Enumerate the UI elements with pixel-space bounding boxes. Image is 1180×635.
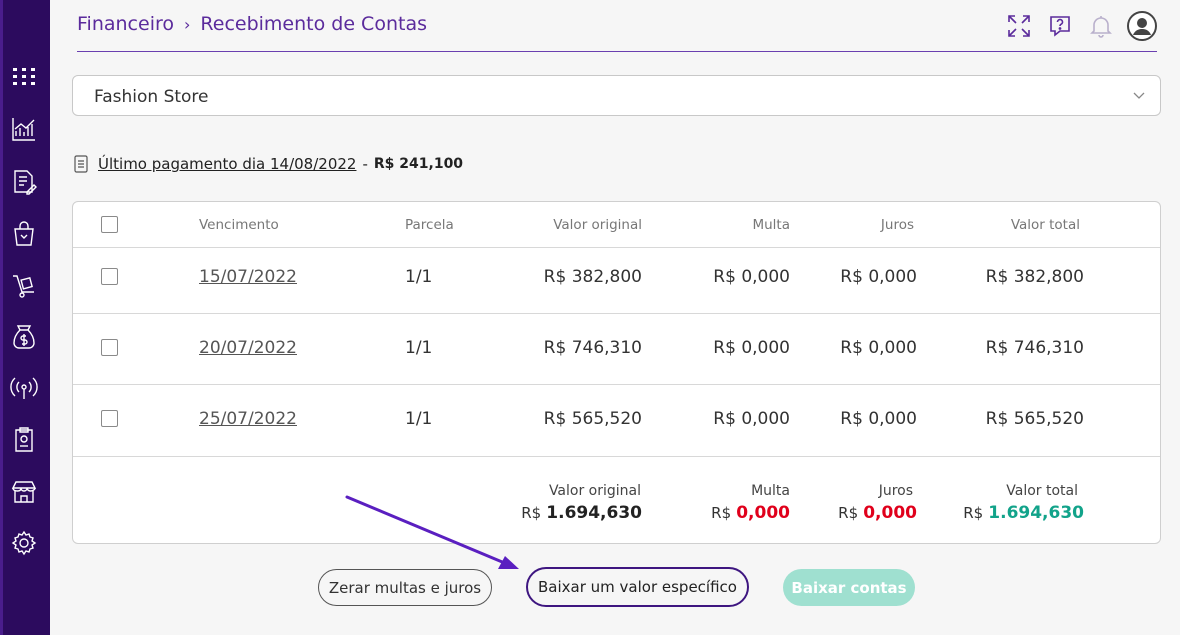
row-installment: 1/1	[405, 338, 433, 358]
row-installment: 1/1	[405, 267, 433, 287]
row-interest: R$ 0,000	[840, 338, 917, 358]
total-sum-currency: R$	[963, 504, 984, 522]
last-payment-amount: R$ 241,100	[373, 156, 464, 172]
col-valor-original[interactable]: Valor original	[553, 217, 642, 233]
app-window: Financeiro › Recebimento de Contas Fashi…	[0, 0, 1180, 635]
row-installment: 1/1	[405, 409, 433, 429]
total-original-amount: 1.694,630	[546, 503, 642, 523]
col-multa[interactable]: Multa	[752, 217, 790, 233]
report-icon[interactable]	[9, 425, 39, 455]
sidebar	[0, 0, 50, 635]
last-payment-info: Último pagamento dia 14/08/2022 - R$ 241…	[74, 155, 463, 173]
settle-bills-button[interactable]: Baixar contas	[783, 569, 915, 606]
row-fine: R$ 0,000	[713, 409, 790, 429]
row-due-date[interactable]: 15/07/2022	[199, 267, 297, 287]
row-total: R$ 382,800	[985, 267, 1084, 287]
pay-specific-value-button[interactable]: Baixar um valor específico	[526, 567, 749, 607]
document-edit-icon[interactable]	[9, 167, 39, 197]
last-payment-separator: -	[362, 155, 368, 173]
total-sum-amount: 1.694,630	[988, 503, 1084, 523]
row-due-date[interactable]: 25/07/2022	[199, 409, 297, 429]
total-interest-label: Juros	[878, 483, 913, 499]
total-interest-value: R$ 0,000	[838, 503, 917, 523]
col-parcela[interactable]: Parcela	[405, 217, 454, 233]
total-fine-value: R$ 0,000	[711, 503, 790, 523]
breadcrumb-section[interactable]: Financeiro	[77, 13, 174, 35]
row-original-value: R$ 565,520	[543, 409, 642, 429]
total-sum-value: R$ 1.694,630	[963, 503, 1084, 523]
total-fine-amount: 0,000	[736, 503, 790, 523]
expand-icon[interactable]	[1004, 11, 1034, 41]
user-avatar-icon[interactable]	[1127, 11, 1157, 41]
row-original-value: R$ 746,310	[543, 338, 642, 358]
row-interest: R$ 0,000	[840, 267, 917, 287]
chart-icon[interactable]	[9, 114, 39, 144]
total-interest-amount: 0,000	[863, 503, 917, 523]
store-select-value: Fashion Store	[94, 87, 209, 107]
shopping-bag-icon[interactable]	[9, 219, 39, 249]
table-row: 25/07/2022 1/1 R$ 565,520 R$ 0,000 R$ 0,…	[73, 385, 1160, 457]
storefront-icon[interactable]	[9, 477, 39, 507]
page-title: Recebimento de Contas	[200, 13, 427, 35]
total-fine-currency: R$	[711, 504, 732, 522]
row-checkbox[interactable]	[101, 410, 118, 427]
row-interest: R$ 0,000	[840, 409, 917, 429]
total-sum-label: Valor total	[1006, 483, 1078, 499]
reset-fines-button[interactable]: Zerar multas e juros	[318, 569, 492, 606]
row-checkbox[interactable]	[101, 339, 118, 356]
chevron-down-icon	[1133, 92, 1145, 99]
row-original-value: R$ 382,800	[543, 267, 642, 287]
row-checkbox[interactable]	[101, 268, 118, 285]
total-fine-label: Multa	[751, 483, 790, 499]
breadcrumb: Financeiro › Recebimento de Contas	[77, 13, 427, 35]
main-content: Financeiro › Recebimento de Contas Fashi…	[50, 0, 1180, 635]
help-chat-icon[interactable]	[1045, 11, 1075, 41]
page-header: Financeiro › Recebimento de Contas	[77, 0, 1157, 52]
header-actions	[993, 11, 1157, 41]
money-bag-icon[interactable]	[9, 322, 39, 352]
total-interest-currency: R$	[838, 504, 859, 522]
row-fine: R$ 0,000	[713, 267, 790, 287]
hand-truck-icon[interactable]	[9, 271, 39, 301]
total-original-label: Valor original	[548, 483, 641, 499]
table-row: 15/07/2022 1/1 R$ 382,800 R$ 0,000 R$ 0,…	[73, 248, 1160, 314]
settings-gear-icon[interactable]	[9, 528, 39, 558]
broadcast-icon[interactable]	[9, 373, 39, 403]
bell-icon[interactable]	[1086, 11, 1116, 41]
table-header-row: Vencimento Parcela Valor original Multa …	[73, 202, 1160, 248]
table-row: 20/07/2022 1/1 R$ 746,310 R$ 0,000 R$ 0,…	[73, 314, 1160, 385]
row-total: R$ 565,520	[985, 409, 1084, 429]
select-all-checkbox[interactable]	[101, 216, 118, 233]
row-due-date[interactable]: 20/07/2022	[199, 338, 297, 358]
total-original-currency: R$	[521, 504, 542, 522]
row-fine: R$ 0,000	[713, 338, 790, 358]
breadcrumb-separator-icon: ›	[184, 14, 191, 34]
row-total: R$ 746,310	[985, 338, 1084, 358]
last-payment-link[interactable]: Último pagamento dia 14/08/2022	[98, 155, 356, 173]
sidebar-edge	[0, 0, 3, 635]
total-original-value: R$ 1.694,630	[521, 503, 642, 523]
apps-grid-icon[interactable]	[9, 62, 39, 92]
bills-table: Vencimento Parcela Valor original Multa …	[72, 201, 1161, 544]
store-select[interactable]: Fashion Store	[72, 75, 1161, 116]
col-vencimento[interactable]: Vencimento	[199, 217, 279, 233]
col-valor-total[interactable]: Valor total	[1011, 217, 1080, 233]
document-icon	[74, 155, 88, 173]
col-juros[interactable]: Juros	[881, 217, 914, 233]
